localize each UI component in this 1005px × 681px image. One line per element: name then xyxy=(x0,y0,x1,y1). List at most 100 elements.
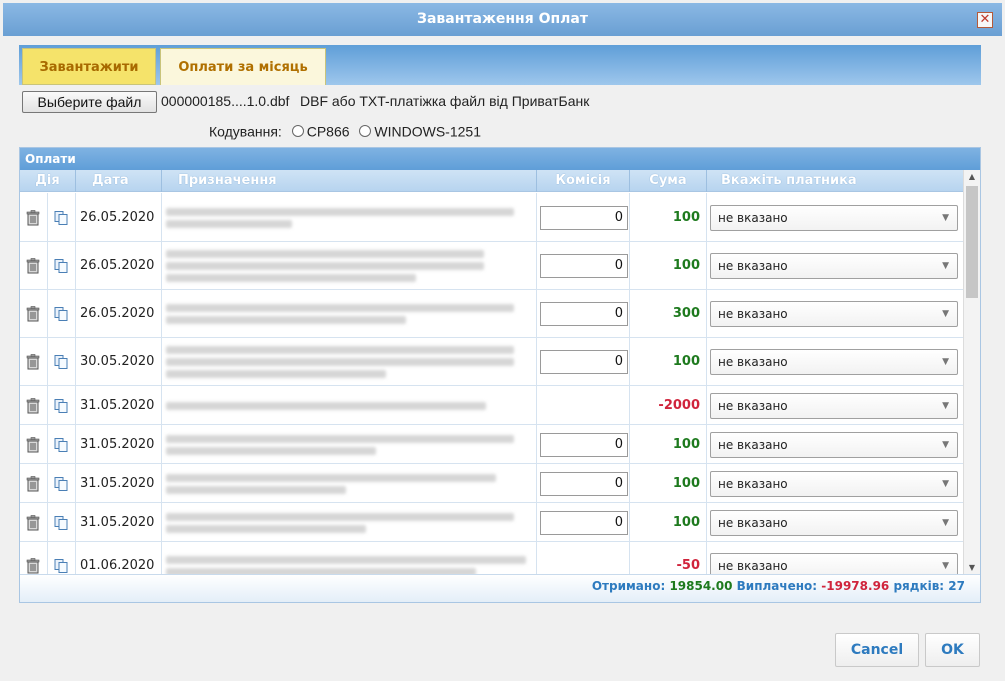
commission-input[interactable]: 0 xyxy=(540,511,628,535)
commission-input[interactable]: 0 xyxy=(540,302,628,326)
copy-icon[interactable] xyxy=(53,558,69,574)
date-value: 26.05.2020 xyxy=(80,306,155,321)
encoding-radio-windows1251[interactable] xyxy=(359,125,372,138)
close-icon[interactable]: ✕ xyxy=(977,12,993,28)
copy-icon[interactable] xyxy=(53,398,69,414)
date-cell: 26.05.2020 xyxy=(76,290,162,337)
sum-cell: 300 xyxy=(630,290,707,337)
trash-icon[interactable] xyxy=(25,258,41,274)
encoding-radio-cp866[interactable] xyxy=(291,125,304,138)
sum-value: -2000 xyxy=(658,398,700,413)
commission-input[interactable]: 0 xyxy=(540,350,628,374)
redacted-text xyxy=(166,556,526,564)
trash-icon[interactable] xyxy=(25,306,41,322)
copy-icon[interactable] xyxy=(53,476,69,492)
redacted-text xyxy=(166,304,514,312)
commission-cell: 0 xyxy=(537,464,630,502)
trash-icon[interactable] xyxy=(25,437,41,453)
payer-select[interactable]: не вказано ▼ xyxy=(710,471,958,497)
col-header-commission[interactable]: Комісія xyxy=(537,170,630,192)
grid-footer: Отримано: 19854.00 Виплачено: -19978.96 … xyxy=(20,574,980,602)
scroll-thumb[interactable] xyxy=(966,186,978,298)
redacted-text xyxy=(166,402,486,410)
selected-file-name: 000000185....1.0.dbf xyxy=(161,93,290,109)
grid-header: Дія Дата Призначення Комісія Сума Вкажіт… xyxy=(20,170,964,192)
file-format-hint: DBF або TXT-платіжка файл від ПриватБанк xyxy=(300,93,590,109)
purpose-cell xyxy=(162,193,537,241)
table-row: 26.05.2020 0 300 не вказано ▼ xyxy=(20,290,964,338)
redacted-text xyxy=(166,370,386,378)
rows-value: 27 xyxy=(948,579,965,593)
col-header-payer[interactable]: Вкажіть платника xyxy=(707,170,964,192)
copy-cell xyxy=(48,464,76,502)
purpose-cell xyxy=(162,464,537,502)
chevron-down-icon: ▼ xyxy=(942,357,949,367)
purpose-cell xyxy=(162,425,537,463)
redacted-text xyxy=(166,447,376,455)
payer-select[interactable]: не вказано ▼ xyxy=(710,553,958,575)
commission-input[interactable]: 0 xyxy=(540,206,628,230)
sum-cell: 100 xyxy=(630,242,707,289)
copy-cell xyxy=(48,386,76,424)
redacted-text xyxy=(166,346,514,354)
sum-cell: 100 xyxy=(630,503,707,541)
choose-file-button[interactable]: Выберите файл xyxy=(22,91,157,113)
payer-select[interactable]: не вказано ▼ xyxy=(710,253,958,279)
payer-select[interactable]: не вказано ▼ xyxy=(710,510,958,536)
trash-icon[interactable] xyxy=(25,476,41,492)
date-value: 31.05.2020 xyxy=(80,437,155,452)
date-value: 26.05.2020 xyxy=(80,210,155,225)
payer-cell: не вказано ▼ xyxy=(707,542,964,575)
cancel-button[interactable]: Cancel xyxy=(835,633,919,667)
trash-icon[interactable] xyxy=(25,515,41,531)
ok-button[interactable]: OK xyxy=(925,633,980,667)
payer-select[interactable]: не вказано ▼ xyxy=(710,349,958,375)
trash-icon[interactable] xyxy=(25,558,41,574)
payer-select-value: не вказано xyxy=(718,211,788,225)
payer-cell: не вказано ▼ xyxy=(707,290,964,337)
copy-icon[interactable] xyxy=(53,354,69,370)
col-header-date[interactable]: Дата xyxy=(76,170,162,192)
copy-icon[interactable] xyxy=(53,306,69,322)
tab-month-payments[interactable]: Оплати за місяць xyxy=(160,48,326,85)
sum-value: -50 xyxy=(676,558,701,573)
scroll-down-icon[interactable]: ▼ xyxy=(964,561,980,575)
delete-cell xyxy=(20,464,48,502)
copy-icon[interactable] xyxy=(53,210,69,226)
redacted-text xyxy=(166,435,514,443)
payer-select[interactable]: не вказано ▼ xyxy=(710,432,958,458)
payer-select[interactable]: не вказано ▼ xyxy=(710,205,958,231)
redacted-text xyxy=(166,358,514,366)
payer-select[interactable]: не вказано ▼ xyxy=(710,393,958,419)
trash-icon[interactable] xyxy=(25,354,41,370)
commission-cell xyxy=(537,386,630,424)
copy-cell xyxy=(48,338,76,385)
table-row: 30.05.2020 0 100 не вказано ▼ xyxy=(20,338,964,386)
redacted-text xyxy=(166,486,346,494)
grid-scrollbar[interactable]: ▲ ▼ xyxy=(963,170,980,575)
chevron-down-icon: ▼ xyxy=(942,213,949,223)
trash-icon[interactable] xyxy=(25,210,41,226)
encoding-row: Кодування: CP866 WINDOWS-1251 xyxy=(209,122,481,140)
commission-input[interactable]: 0 xyxy=(540,472,628,496)
commission-input[interactable]: 0 xyxy=(540,254,628,278)
payer-select[interactable]: не вказано ▼ xyxy=(710,301,958,327)
commission-cell: 0 xyxy=(537,503,630,541)
col-header-sum[interactable]: Сума xyxy=(630,170,707,192)
payer-cell: не вказано ▼ xyxy=(707,193,964,241)
scroll-up-icon[interactable]: ▲ xyxy=(964,170,980,184)
copy-icon[interactable] xyxy=(53,437,69,453)
delete-cell xyxy=(20,290,48,337)
commission-input[interactable]: 0 xyxy=(540,433,628,457)
sum-cell: 100 xyxy=(630,338,707,385)
purpose-cell xyxy=(162,242,537,289)
copy-icon[interactable] xyxy=(53,515,69,531)
copy-icon[interactable] xyxy=(53,258,69,274)
col-header-action[interactable]: Дія xyxy=(20,170,76,192)
tab-upload[interactable]: Завантажити xyxy=(22,48,156,85)
trash-icon[interactable] xyxy=(25,398,41,414)
col-header-purpose[interactable]: Призначення xyxy=(162,170,537,192)
date-cell: 31.05.2020 xyxy=(76,503,162,541)
payer-select-value: не вказано xyxy=(718,559,788,573)
date-cell: 31.05.2020 xyxy=(76,425,162,463)
